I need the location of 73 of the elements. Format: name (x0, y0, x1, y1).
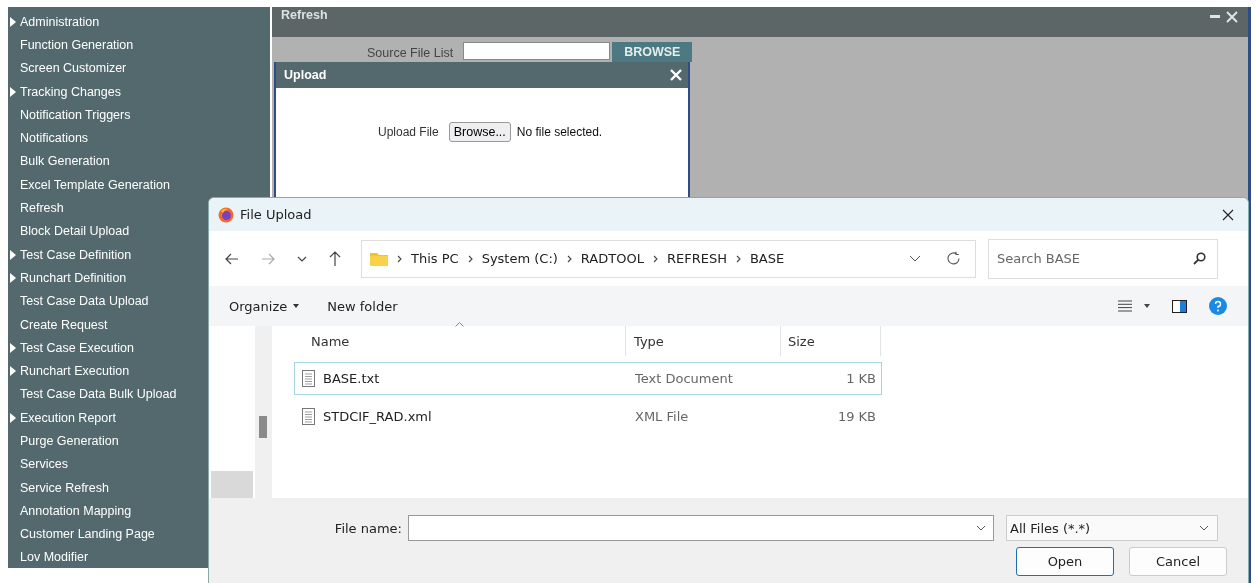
sidebar-item[interactable]: Test Case Definition (8, 242, 270, 267)
chevron-down-icon[interactable] (909, 255, 921, 262)
file-type: XML File (634, 409, 690, 424)
dialog-title: File Upload (240, 207, 312, 222)
dialog-title: Upload (284, 68, 327, 82)
sidebar-item[interactable]: Excel Template Generation (8, 173, 270, 197)
caret-icon[interactable] (1144, 304, 1150, 308)
view-list-icon[interactable] (1118, 300, 1132, 312)
field-label: Upload File (378, 125, 439, 139)
preview-pane-icon[interactable] (1172, 299, 1187, 313)
sidebar-item[interactable]: Bulk Generation (8, 149, 270, 174)
file-name-field[interactable] (408, 515, 994, 541)
search-field[interactable]: Search BASE (988, 238, 1218, 279)
source-file-field[interactable] (463, 42, 611, 60)
organize-menu[interactable]: Organize (229, 298, 288, 314)
search-icon (1193, 251, 1206, 265)
chevron-right-icon (735, 254, 741, 263)
open-button[interactable]: Open (1016, 547, 1114, 576)
breadcrumb[interactable]: REFRESH (666, 251, 727, 266)
caret-icon (293, 304, 300, 308)
browse-button[interactable]: BROWSE (612, 42, 693, 62)
breadcrumb[interactable]: This PC (411, 251, 459, 266)
text-file-icon (302, 370, 315, 387)
file-type-dropdown[interactable]: All Files (*.*) (1006, 515, 1218, 541)
file-size: 19 KB (836, 409, 877, 424)
sidebar-item[interactable]: Notifications (8, 126, 270, 150)
field-label: Source File List (367, 46, 454, 61)
refresh-icon[interactable] (946, 251, 961, 266)
close-icon[interactable] (1222, 208, 1234, 221)
chevron-right-icon (397, 254, 402, 263)
file-name: BASE.txt (323, 371, 380, 386)
sidebar-item[interactable]: Test Case Execution (8, 336, 270, 360)
breadcrumb[interactable]: BASE (749, 251, 785, 266)
sidebar-item[interactable]: Administration (8, 10, 270, 34)
file-type: Text Document (634, 371, 734, 386)
chevron-down-icon (1199, 525, 1209, 531)
sidebar-item[interactable]: Tracking Changes (8, 79, 270, 104)
sort-caret-icon (455, 322, 464, 327)
browse-button[interactable]: Browse... (448, 122, 511, 142)
new-folder-button[interactable]: New folder (327, 298, 398, 314)
help-icon[interactable] (1209, 297, 1227, 315)
chevron-down-icon (976, 525, 986, 531)
address-bar[interactable]: This PC System (C:) RADTOOL REFRESH BASE (361, 239, 976, 278)
sidebar-item[interactable]: Runchart Definition (8, 266, 270, 290)
column-header[interactable]: Name (294, 326, 626, 356)
file-size: 1 KB (845, 371, 877, 386)
cancel-button[interactable]: Cancel (1129, 547, 1227, 576)
breadcrumb[interactable]: System (C:) (481, 251, 558, 266)
field-label: File name: (333, 520, 403, 536)
text-file-icon (302, 408, 315, 425)
panel-title: Refresh (281, 8, 328, 22)
column-header[interactable]: Type (626, 326, 781, 356)
sidebar-item[interactable]: Screen Customizer (8, 56, 270, 80)
folder-icon (370, 251, 388, 266)
file-row[interactable]: BASE.txt Text Document 1 KB (294, 362, 882, 395)
sidebar-item[interactable]: Function Generation (8, 33, 270, 57)
file-name: STDCIF_RAD.xml (323, 409, 432, 424)
column-header[interactable]: Size (781, 326, 881, 356)
minimize-icon[interactable] (1210, 15, 1220, 19)
back-arrow-icon[interactable] (225, 252, 239, 265)
file-row[interactable]: STDCIF_RAD.xml XML File 19 KB (294, 400, 882, 433)
browser-logo-icon (218, 206, 234, 223)
sidebar-item[interactable]: Notification Triggers (8, 103, 270, 127)
file-status: No file selected. (516, 125, 603, 139)
breadcrumb[interactable]: RADTOOL (580, 251, 644, 266)
chevron-right-icon (652, 254, 658, 263)
up-arrow-icon[interactable] (329, 251, 341, 266)
chevron-right-icon (467, 254, 473, 263)
chevron-right-icon (566, 254, 572, 263)
sidebar-item[interactable]: Execution Report (8, 406, 270, 430)
scrollbar[interactable] (255, 326, 272, 498)
chevron-down-icon[interactable] (297, 255, 307, 262)
sidebar-item[interactable]: Runchart Execution (8, 359, 270, 383)
